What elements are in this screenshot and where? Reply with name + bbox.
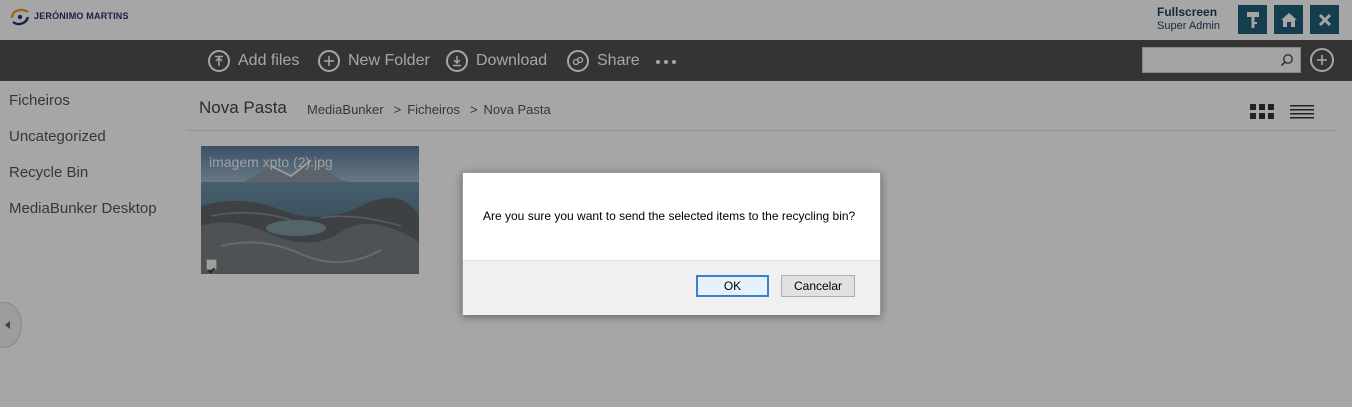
dialog-footer: OK Cancelar bbox=[463, 260, 880, 315]
ok-button[interactable]: OK bbox=[696, 275, 769, 297]
cancel-button[interactable]: Cancelar bbox=[781, 275, 855, 297]
dialog-message: Are you sure you want to send the select… bbox=[483, 209, 856, 223]
confirm-dialog: Are you sure you want to send the select… bbox=[462, 172, 881, 315]
app-window: JERÓNIMO MARTINS Fullscreen Super Admin bbox=[0, 0, 1352, 407]
